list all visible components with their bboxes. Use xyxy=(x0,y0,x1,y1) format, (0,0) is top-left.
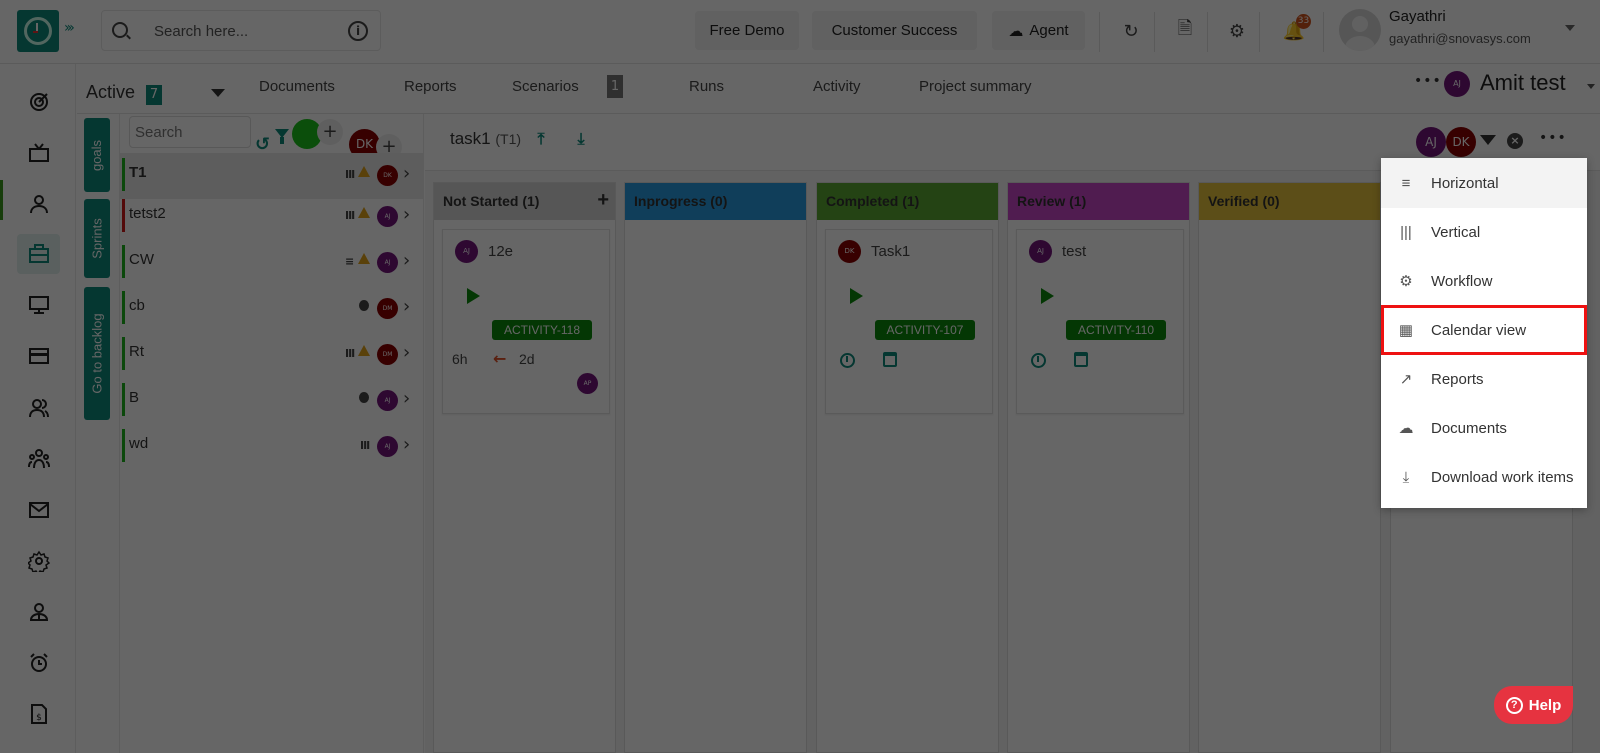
menu-item-calendar-view[interactable]: ▦ Calendar view xyxy=(1381,305,1587,355)
chart-icon: ↗ xyxy=(1399,371,1413,388)
menu-item-label: Calendar view xyxy=(1431,321,1527,339)
menu-item-documents[interactable]: ☁ Documents xyxy=(1381,403,1587,453)
menu-item-workflow[interactable]: ⚙ Workflow xyxy=(1381,256,1587,306)
cloud-upload-icon: ☁ xyxy=(1398,420,1414,437)
menu-item-horizontal[interactable]: ≡ Horizontal xyxy=(1381,158,1587,208)
help-label: Help xyxy=(1528,696,1562,714)
vertical-bars-icon: ||| xyxy=(1400,223,1412,241)
view-options-menu: ≡ Horizontal ||| Vertical ⚙ Workflow ▦ Calendar… xyxy=(1381,158,1587,508)
menu-item-label: Workflow xyxy=(1431,272,1493,290)
menu-lines-icon: ≡ xyxy=(1401,174,1411,192)
menu-item-label: Download work items xyxy=(1431,468,1574,486)
gear-icon: ⚙ xyxy=(1399,273,1413,290)
menu-item-label: Reports xyxy=(1431,370,1484,388)
menu-item-vertical[interactable]: ||| Vertical xyxy=(1381,207,1587,257)
download-icon: ⤓ xyxy=(1402,468,1410,486)
menu-item-reports[interactable]: ↗ Reports xyxy=(1381,354,1587,404)
help-button[interactable]: ? Help xyxy=(1494,686,1573,724)
calendar-icon: ▦ xyxy=(1398,322,1414,339)
menu-item-label: Documents xyxy=(1431,419,1507,437)
menu-item-download-work-items[interactable]: ⤓ Download work items xyxy=(1381,452,1587,502)
menu-item-label: Horizontal xyxy=(1431,174,1499,192)
question-icon: ? xyxy=(1505,696,1523,714)
modal-backdrop[interactable] xyxy=(0,0,1600,753)
menu-item-label: Vertical xyxy=(1431,223,1481,241)
